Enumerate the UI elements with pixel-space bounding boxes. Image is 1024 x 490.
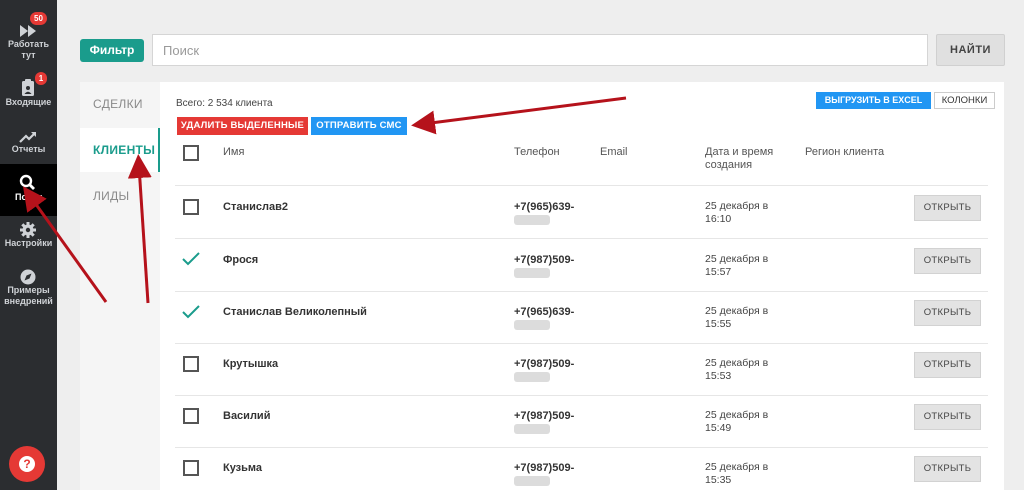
phone-redacted: [514, 372, 550, 382]
created-date-line1: 25 декабря в: [705, 200, 769, 212]
sidebar-item-work-here[interactable]: 50 Работать тут: [0, 10, 57, 62]
export-excel-button[interactable]: ВЫГРУЗИТЬ В EXCEL: [816, 92, 931, 109]
client-phone: +7(965)639-: [514, 201, 575, 213]
compass-icon: [20, 269, 36, 285]
row-checkbox[interactable]: [183, 408, 199, 424]
column-header-name[interactable]: Имя: [223, 146, 244, 159]
row-checkbox[interactable]: [183, 356, 199, 372]
created-date-line2: 15:53: [705, 370, 732, 382]
row-divider: [175, 185, 988, 186]
sidebar: 50 Работать тут 1 Входящие Отчеты Поиск: [0, 0, 57, 490]
created-date-line1: 25 декабря в: [705, 357, 769, 369]
sidebar-item-label: Поиск: [14, 192, 42, 202]
created-date: 25 декабря в 15:35: [705, 461, 805, 487]
tab-leads[interactable]: ЛИДЫ: [80, 174, 160, 218]
created-date: 25 декабря в 15:53: [705, 357, 805, 383]
created-date: 25 декабря в 15:55: [705, 305, 805, 331]
filter-button[interactable]: Фильтр: [80, 39, 144, 62]
sidebar-item-examples[interactable]: Примеры внедрений: [0, 262, 57, 312]
sidebar-item-label: Настройки: [4, 238, 53, 248]
send-sms-button[interactable]: ОТПРАВИТЬ СМС: [311, 117, 407, 135]
row-checkbox[interactable]: [183, 460, 199, 476]
open-client-button[interactable]: ОТКРЫТЬ: [914, 404, 981, 430]
open-client-button[interactable]: ОТКРЫТЬ: [914, 456, 981, 482]
columns-button[interactable]: КОЛОНКИ: [934, 92, 995, 109]
phone-redacted: [514, 424, 550, 434]
tab-deals[interactable]: СДЕЛКИ: [80, 82, 160, 126]
row-divider: [175, 395, 988, 396]
row-divider: [175, 343, 988, 344]
column-header-date-line1: Дата и время: [705, 146, 774, 158]
sidebar-item-label: Примеры внедрений: [4, 285, 53, 306]
client-phone: +7(965)639-: [514, 306, 575, 318]
row-divider: [175, 238, 988, 239]
row-divider: [175, 291, 988, 292]
created-date-line1: 25 декабря в: [705, 253, 769, 265]
open-client-button[interactable]: ОТКРЫТЬ: [914, 195, 981, 221]
created-date-line1: 25 декабря в: [705, 461, 769, 473]
phone-redacted: [514, 476, 550, 486]
client-phone: +7(987)509-: [514, 410, 575, 422]
column-header-date-line2: создания: [705, 159, 753, 171]
client-name[interactable]: Крутышка: [223, 358, 278, 370]
client-name[interactable]: Фрося: [223, 254, 258, 266]
badge-work-here: 50: [30, 12, 47, 25]
select-all-checkbox[interactable]: [183, 145, 199, 161]
client-phone: +7(987)509-: [514, 358, 575, 370]
created-date-line2: 16:10: [705, 213, 732, 225]
total-count: Всего: 2 534 клиента: [176, 98, 273, 109]
created-date-line1: 25 декабря в: [705, 305, 769, 317]
sidebar-item-label: Входящие: [5, 97, 52, 107]
column-header-region[interactable]: Регион клиента: [805, 146, 884, 159]
delete-selected-button[interactable]: УДАЛИТЬ ВЫДЕЛЕННЫЕ: [177, 117, 308, 135]
created-date-line2: 15:55: [705, 318, 732, 330]
created-date-line2: 15:57: [705, 266, 732, 278]
open-client-button[interactable]: ОТКРЫТЬ: [914, 248, 981, 274]
sidebar-item-settings[interactable]: Настройки: [0, 216, 57, 268]
client-phone: +7(987)509-: [514, 462, 575, 474]
row-checkbox[interactable]: [183, 199, 199, 215]
search-icon: [19, 174, 35, 190]
phone-redacted: [514, 215, 550, 225]
open-client-button[interactable]: ОТКРЫТЬ: [914, 300, 981, 326]
tab-clients[interactable]: КЛИЕНТЫ: [80, 128, 160, 172]
help-button[interactable]: ?: [9, 446, 45, 482]
gear-icon: [20, 222, 36, 238]
created-date: 25 декабря в 15:57: [705, 253, 805, 279]
created-date-line2: 15:49: [705, 422, 732, 434]
phone-redacted: [514, 320, 550, 330]
created-date-line1: 25 декабря в: [705, 409, 769, 421]
find-button[interactable]: НАЙТИ: [936, 34, 1005, 66]
client-name[interactable]: Станислав2: [223, 201, 288, 213]
sidebar-item-label: Отчеты: [11, 144, 46, 154]
client-name[interactable]: Станислав Великолепный: [223, 306, 367, 318]
row-divider: [175, 447, 988, 448]
row-checked-icon[interactable]: [181, 304, 201, 320]
column-header-phone[interactable]: Телефон: [514, 146, 560, 159]
column-header-email[interactable]: Email: [600, 146, 628, 159]
search-input[interactable]: [152, 34, 928, 66]
created-date: 25 декабря в 15:49: [705, 409, 805, 435]
client-phone: +7(987)509-: [514, 254, 575, 266]
client-name[interactable]: Кузьма: [223, 462, 262, 474]
entity-tabs: СДЕЛКИ КЛИЕНТЫ ЛИДЫ: [80, 82, 160, 490]
column-header-date[interactable]: Дата и время создания: [705, 146, 773, 172]
sidebar-item-inbox[interactable]: 1 Входящие: [0, 70, 57, 122]
phone-redacted: [514, 268, 550, 278]
help-icon: ?: [19, 456, 35, 472]
client-name[interactable]: Василий: [223, 410, 270, 422]
created-date-line2: 15:35: [705, 474, 732, 486]
row-checked-icon[interactable]: [181, 251, 201, 267]
sidebar-item-label: Работать тут: [7, 39, 50, 60]
open-client-button[interactable]: ОТКРЫТЬ: [914, 352, 981, 378]
sidebar-item-search[interactable]: Поиск: [0, 164, 57, 216]
badge-inbox: 1: [35, 72, 47, 85]
created-date: 25 декабря в 16:10: [705, 200, 805, 226]
